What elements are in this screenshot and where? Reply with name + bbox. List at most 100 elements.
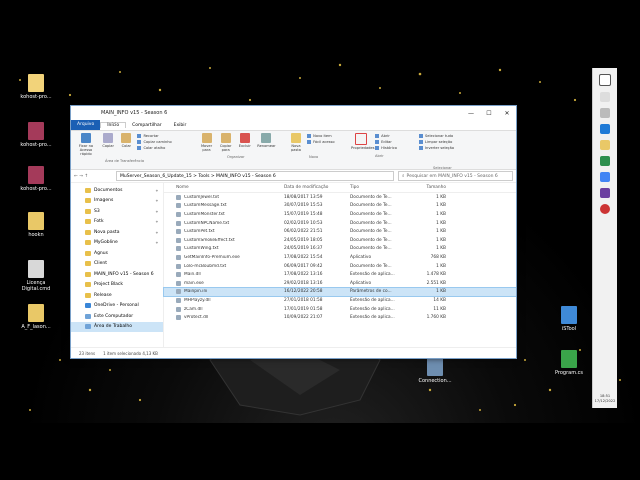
move-to-button[interactable]: Mover para (199, 133, 214, 152)
nav-item[interactable]: Fotk ⌖ (71, 217, 163, 228)
file-type-cell: Extensão de aplica... (350, 315, 395, 321)
file-explorer-window[interactable]: MAIN_INFO v15 - Season 6 — ☐ ✕ Arquivo I… (70, 105, 517, 359)
column-header-name[interactable]: Nome (164, 185, 284, 190)
desktop-icon-label: Program.cs (554, 370, 584, 376)
nav-item[interactable]: Release (71, 290, 163, 301)
desktop-icon[interactable]: kohost-pro... (15, 166, 57, 192)
maximize-button[interactable]: ☐ (480, 110, 498, 117)
paste-shortcut-button[interactable]: Colar atalho (137, 145, 179, 151)
select-none-icon (419, 140, 423, 144)
delete-button[interactable]: Excluir (237, 133, 252, 148)
nav-item[interactable]: Documentos ⌖ (71, 185, 163, 196)
file-date-cell: 10/09/2022 21:07 (284, 315, 323, 321)
nav-item[interactable]: MAIN_INFO v15 - Season 6 (71, 269, 163, 280)
desktop-icon-label: iSTool (561, 326, 577, 332)
forward-arrow-icon[interactable]: → (79, 174, 83, 179)
app-icon[interactable] (600, 204, 610, 214)
address-bar[interactable]: MuServer_Season_6_Update_15 > Tools > MA… (116, 171, 394, 181)
edge-icon[interactable] (600, 124, 610, 134)
desktop-icon[interactable]: Licença Digital.cmd (15, 260, 57, 292)
tab-view[interactable]: Exibir (168, 123, 193, 128)
nav-item[interactable]: S3 ⌖ (71, 206, 163, 217)
select-group: Selecionar tudo Limpar seleção Inverter … (419, 133, 479, 170)
chrome-icon[interactable] (600, 172, 610, 182)
history-button[interactable]: Histórico (375, 145, 409, 151)
search-icon[interactable] (600, 92, 610, 102)
app-icon[interactable] (600, 156, 610, 166)
properties-button[interactable]: Propriedades (351, 133, 375, 150)
desktop-icon[interactable]: hookn (15, 212, 57, 238)
nav-item-label: S3 (94, 208, 100, 214)
search-input[interactable]: ⌕ Pesquisar em MAIN_INFO v15 - Season 6 (398, 171, 513, 181)
paste-button[interactable]: Colar (119, 133, 133, 148)
nav-item[interactable]: Client (71, 259, 163, 270)
desktop-icon[interactable]: iSTool (548, 306, 590, 332)
nav-item[interactable]: Área de Trabalho (71, 321, 163, 332)
tab-home[interactable]: Início (100, 122, 127, 128)
nav-item[interactable]: Este Computador (71, 311, 163, 322)
file-type-cell: Extensão de aplica... (350, 297, 395, 303)
easy-access-button[interactable]: Fácil acesso (307, 139, 345, 145)
file-row[interactable]: CustomJewel.txt 18/08/2017 13:59 Documento… (164, 193, 516, 202)
file-row[interactable]: GetMainInfo-Premium.exe 17/08/2022 15:54 A… (164, 253, 516, 262)
rename-button[interactable]: Renomear (256, 133, 276, 148)
desktop-icon[interactable]: A_F_lason... (15, 304, 57, 330)
minimize-button[interactable]: — (462, 110, 480, 117)
tab-share[interactable]: Compartilhar (126, 123, 167, 128)
file-row[interactable]: Mainpin.ini 16/12/2022 20:58 Parâmetros de… (163, 286, 516, 298)
file-row[interactable]: CustomWing.txt 24/05/2019 16:37 Documento … (164, 245, 516, 254)
file-row[interactable]: CustomMessage.txt 30/07/2019 15:53 Documen… (164, 202, 516, 211)
new-folder-button[interactable]: Nova pasta (289, 133, 303, 152)
nav-item[interactable]: Nova pasta ⌖ (71, 227, 163, 238)
file-row[interactable]: CustomMonster.txt 15/07/2019 15:48 Documen… (164, 210, 516, 219)
windows-start-icon[interactable] (599, 74, 611, 86)
nav-item[interactable]: Imagens ⌖ (71, 196, 163, 207)
column-header-type[interactable]: Tipo (350, 185, 406, 190)
nav-item-label: Release (94, 292, 112, 298)
file-row[interactable]: main.exe 29/02/2018 13:16 Aplicativo 2.551 … (164, 279, 516, 288)
file-explorer-icon[interactable] (600, 140, 610, 150)
file-icon (176, 220, 181, 226)
file-row[interactable]: vProtect.dll 10/09/2022 21:07 Extensão de … (164, 313, 516, 322)
cmd-file-icon (28, 260, 44, 278)
file-row[interactable]: CustomPet.txt 06/02/2022 21:51 Documento d… (164, 227, 516, 236)
file-row[interactable]: Main.dll 17/08/2022 13:16 Extensão de apli… (164, 270, 516, 279)
file-size-cell: 768 KB (430, 254, 446, 260)
file-icon (176, 211, 181, 217)
file-row[interactable]: CustomSmokeEffect.txt 24/05/2019 18:05 Doc… (164, 236, 516, 245)
file-row[interactable]: zCam.dll 17/01/2019 01:58 Extensão de apli… (164, 305, 516, 314)
title-bar[interactable]: MAIN_INFO v15 - Season 6 — ☐ ✕ (71, 106, 516, 120)
file-date-cell: 18/08/2017 13:59 (284, 194, 323, 200)
file-name-cell: CustomNPCName.txt (164, 220, 284, 226)
close-button[interactable]: ✕ (498, 110, 516, 117)
app-icon[interactable] (600, 188, 610, 198)
desktop-icon[interactable]: Program.cs (548, 350, 590, 376)
csharp-file-icon (561, 350, 577, 368)
copy-to-button[interactable]: Copiar para (218, 133, 233, 152)
file-row[interactable]: Lolo-mcBoubmd.txt 06/09/2017 09:42 Documen… (164, 262, 516, 271)
column-header-size[interactable]: Tamanho (406, 185, 446, 190)
file-row[interactable]: CustomNPCName.txt 02/02/2019 10:53 Documen… (164, 219, 516, 228)
desktop-icon[interactable]: kohost-pro... (15, 74, 57, 100)
rename-icon (261, 133, 272, 143)
file-size-cell: 11 KB (433, 306, 446, 312)
nav-item[interactable]: Project Black (71, 280, 163, 291)
file-size-cell: 1 KB (436, 211, 446, 217)
nav-item[interactable]: OneDrive - Personal (71, 301, 163, 312)
nav-item[interactable]: Agnus (71, 248, 163, 259)
pin-button[interactable]: Fixar no Acesso rápido (75, 133, 97, 156)
desktop-icon[interactable]: kohost-pro... (15, 122, 57, 148)
organize-group: Mover para Copiar para Excluir Renomear … (199, 133, 289, 159)
invert-selection-icon (419, 146, 423, 150)
back-arrow-icon[interactable]: ← (74, 174, 78, 179)
file-row[interactable]: MHPlayzy.dll 27/01/2018 01:58 Extensão de … (164, 296, 516, 305)
nav-item[interactable]: MyGobline ⌖ (71, 238, 163, 249)
tab-file[interactable]: Arquivo (71, 120, 101, 130)
up-arrow-icon[interactable]: ↑ (84, 174, 88, 179)
column-header-date[interactable]: Data de modificação (284, 185, 350, 190)
invert-selection-button[interactable]: Inverter seleção (419, 145, 479, 151)
system-tray[interactable]: 18:51 17/12/2022 (593, 394, 617, 404)
desktop-icon[interactable]: Connection... (414, 358, 456, 384)
task-view-icon[interactable] (600, 108, 610, 118)
copy-button[interactable]: Copiar (101, 133, 115, 148)
